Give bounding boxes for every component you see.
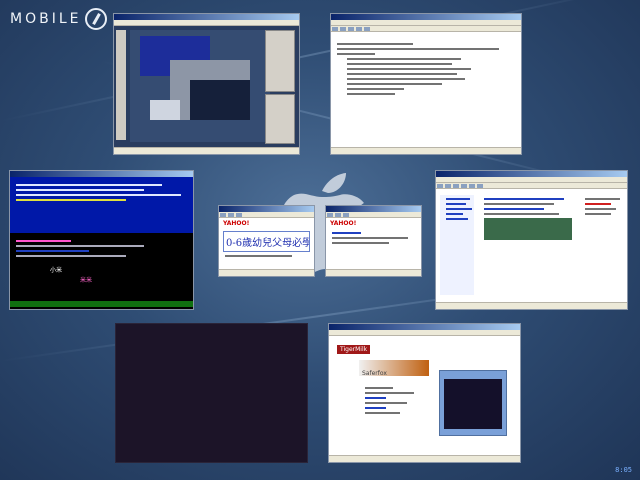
saferfox-label: Saferfox [362, 370, 387, 377]
portal-sidebar[interactable] [440, 195, 474, 295]
terminal-text-2: 米米 [80, 277, 93, 284]
clock-text: 8:05 [615, 466, 632, 474]
window-statusbar [331, 147, 521, 154]
saferfox-banner[interactable]: Saferfox [359, 360, 429, 377]
portal-image [484, 218, 572, 240]
window-yahoo-portal[interactable] [435, 170, 628, 310]
window-yahoo-small-2[interactable]: YAHOO! [325, 205, 422, 277]
portal-right-column[interactable] [579, 195, 623, 295]
canvas-image-dark [190, 80, 250, 120]
yahoo-logo[interactable]: YAHOO! [326, 218, 421, 229]
window-statusbar [436, 302, 627, 309]
window-statusbar [114, 147, 299, 154]
tool-palette[interactable] [116, 30, 126, 140]
window-menubar[interactable] [114, 20, 299, 26]
document-body[interactable] [331, 32, 521, 95]
media-player-screen [444, 379, 502, 429]
canvas-area[interactable] [130, 30, 270, 142]
layers-panel[interactable] [265, 30, 295, 92]
window-statusbar [329, 455, 520, 462]
window-bbs-terminal[interactable]: 小米 米米 [9, 170, 194, 310]
yahoo-logo[interactable]: YAHOO! [219, 218, 314, 229]
window-photoshop[interactable] [113, 13, 300, 155]
brand-logo-mark [85, 8, 108, 30]
portal-content[interactable] [478, 195, 578, 295]
history-panel[interactable] [265, 94, 295, 144]
media-player-window[interactable] [439, 370, 507, 436]
terminal-header [10, 177, 193, 233]
window-toolbar[interactable] [436, 183, 627, 189]
tigermilk-logo[interactable]: TigerMilk [337, 345, 371, 354]
brand-logo: MOBILE [10, 8, 108, 30]
window-tigermilk[interactable]: TigerMilk Saferfox [328, 323, 521, 463]
brand-logo-text: MOBILE [10, 11, 82, 27]
window-statusbar [326, 269, 421, 276]
window-dark[interactable] [115, 323, 308, 463]
terminal-text-1: 小米 [50, 267, 63, 274]
canvas-image-light [150, 100, 180, 120]
terminal-statusbar [10, 301, 193, 307]
window-menubar[interactable] [329, 330, 520, 336]
yahoo-banner[interactable]: 0-6歲幼兒父母必學 [223, 231, 310, 252]
terminal-body[interactable] [10, 233, 193, 257]
window-word-document[interactable] [330, 13, 522, 155]
window-statusbar [219, 269, 314, 276]
window-yahoo-small[interactable]: YAHOO! 0-6歲幼兒父母必學 [218, 205, 315, 277]
